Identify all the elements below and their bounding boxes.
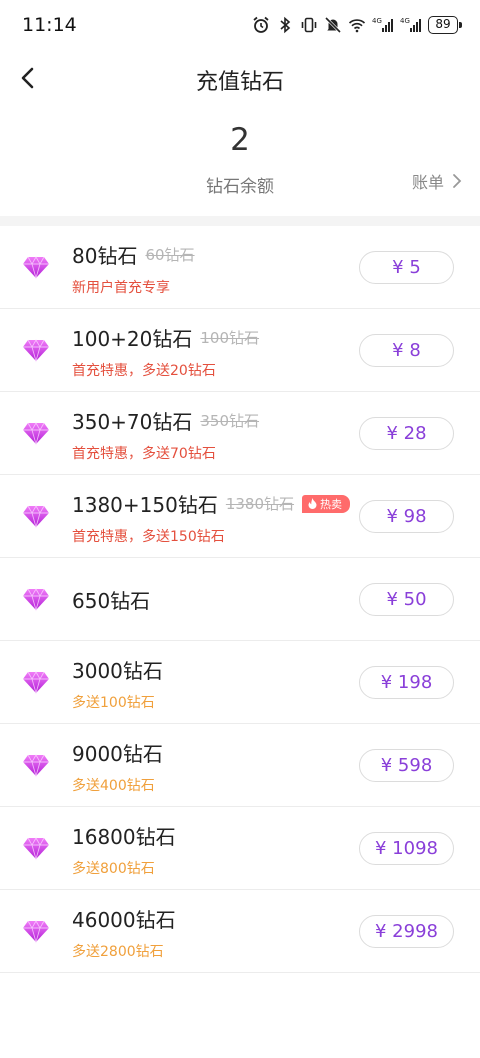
mute-icon bbox=[324, 16, 342, 34]
package-subtitle: 多送100钻石 bbox=[72, 695, 155, 711]
fire-icon bbox=[308, 498, 317, 509]
diamond-icon bbox=[23, 754, 49, 778]
original-amount: 350钻石 bbox=[200, 412, 260, 430]
price-button[interactable]: ¥ 2998 bbox=[359, 915, 454, 948]
package-row: 1380+150钻石 1380钻石 热卖 首充特惠，多送150钻石 ¥ 98 bbox=[0, 475, 480, 558]
nav-bar: 充值钻石 bbox=[0, 50, 480, 106]
alarm-icon bbox=[253, 16, 269, 33]
status-bar: 11:14 4G 4G 89 bbox=[0, 0, 480, 50]
signal-4g-icon: 4G bbox=[372, 17, 393, 32]
price-button[interactable]: ¥ 28 bbox=[359, 417, 454, 450]
package-title: 80钻石 bbox=[72, 244, 138, 268]
original-amount: 60钻石 bbox=[145, 246, 195, 264]
package-title: 350+70钻石 bbox=[72, 410, 193, 434]
diamond-icon bbox=[23, 505, 49, 529]
package-subtitle: 多送2800钻石 bbox=[72, 944, 164, 960]
package-row: 100+20钻石 100钻石 首充特惠，多送20钻石 ¥ 8 bbox=[0, 309, 480, 392]
package-title: 650钻石 bbox=[72, 589, 151, 613]
balance-section: 2 钻石余额 账单 bbox=[0, 110, 480, 210]
package-title: 1380+150钻石 bbox=[72, 493, 218, 517]
diamond-icon bbox=[23, 256, 49, 280]
price-button[interactable]: ¥ 8 bbox=[359, 334, 454, 367]
chevron-right-icon bbox=[453, 174, 462, 188]
package-row: 46000钻石 多送2800钻石 ¥ 2998 bbox=[0, 890, 480, 973]
diamond-icon bbox=[23, 422, 49, 446]
diamond-icon bbox=[23, 671, 49, 695]
price-button[interactable]: ¥ 598 bbox=[359, 749, 454, 782]
original-amount: 100钻石 bbox=[200, 329, 260, 347]
status-time: 11:14 bbox=[22, 14, 77, 36]
original-amount: 1380钻石 bbox=[225, 495, 295, 513]
diamond-balance-value: 2 bbox=[230, 122, 250, 158]
package-title: 100+20钻石 bbox=[72, 327, 193, 351]
section-divider bbox=[0, 216, 480, 226]
price-button[interactable]: ¥ 50 bbox=[359, 583, 454, 616]
price-button[interactable]: ¥ 5 bbox=[359, 251, 454, 284]
package-row: 9000钻石 多送400钻石 ¥ 598 bbox=[0, 724, 480, 807]
hot-sale-badge-label: 热卖 bbox=[320, 497, 343, 511]
package-subtitle: 新用户首充专享 bbox=[72, 280, 170, 296]
package-row: 650钻石 ¥ 50 bbox=[0, 558, 480, 641]
package-row: 350+70钻石 350钻石 首充特惠，多送70钻石 ¥ 28 bbox=[0, 392, 480, 475]
bluetooth-icon bbox=[280, 16, 291, 34]
diamond-icon bbox=[23, 339, 49, 363]
package-subtitle: 首充特惠，多送150钻石 bbox=[72, 529, 225, 545]
package-row: 3000钻石 多送100钻石 ¥ 198 bbox=[0, 641, 480, 724]
diamond-icon bbox=[23, 588, 49, 612]
price-button[interactable]: ¥ 1098 bbox=[359, 832, 454, 865]
package-subtitle: 多送400钻石 bbox=[72, 778, 155, 794]
package-row: 16800钻石 多送800钻石 ¥ 1098 bbox=[0, 807, 480, 890]
package-title: 3000钻石 bbox=[72, 659, 163, 683]
diamond-icon bbox=[23, 837, 49, 861]
diamond-icon bbox=[23, 920, 49, 944]
page-title: 充值钻石 bbox=[195, 70, 284, 95]
vibrate-icon bbox=[301, 17, 317, 33]
signal-4g-icon: 4G bbox=[400, 17, 421, 32]
battery-indicator: 89 bbox=[428, 16, 462, 34]
diamond-package-list: 80钻石 60钻石 新用户首充专享 ¥ 5 100+20钻石 100钻石 首充特… bbox=[0, 226, 480, 973]
package-subtitle: 首充特惠，多送70钻石 bbox=[72, 446, 216, 462]
hot-sale-badge: 热卖 bbox=[302, 494, 351, 513]
price-button[interactable]: ¥ 98 bbox=[359, 500, 454, 533]
svg-text:4G: 4G bbox=[372, 17, 382, 25]
wifi-icon bbox=[348, 19, 366, 33]
package-title: 16800钻石 bbox=[72, 825, 176, 849]
package-title: 9000钻石 bbox=[72, 742, 163, 766]
package-row: 80钻石 60钻石 新用户首充专享 ¥ 5 bbox=[0, 226, 480, 309]
svg-text:4G: 4G bbox=[400, 17, 410, 25]
bill-link[interactable]: 账单 bbox=[412, 169, 462, 193]
bill-link-label: 账单 bbox=[411, 173, 444, 192]
package-title: 46000钻石 bbox=[72, 908, 176, 932]
package-subtitle: 首充特惠，多送20钻石 bbox=[72, 363, 216, 379]
package-subtitle: 多送800钻石 bbox=[72, 861, 155, 877]
status-icons: 4G 4G 89 bbox=[252, 14, 462, 36]
diamond-balance-label: 钻石余额 bbox=[206, 177, 274, 197]
price-button[interactable]: ¥ 198 bbox=[359, 666, 454, 699]
